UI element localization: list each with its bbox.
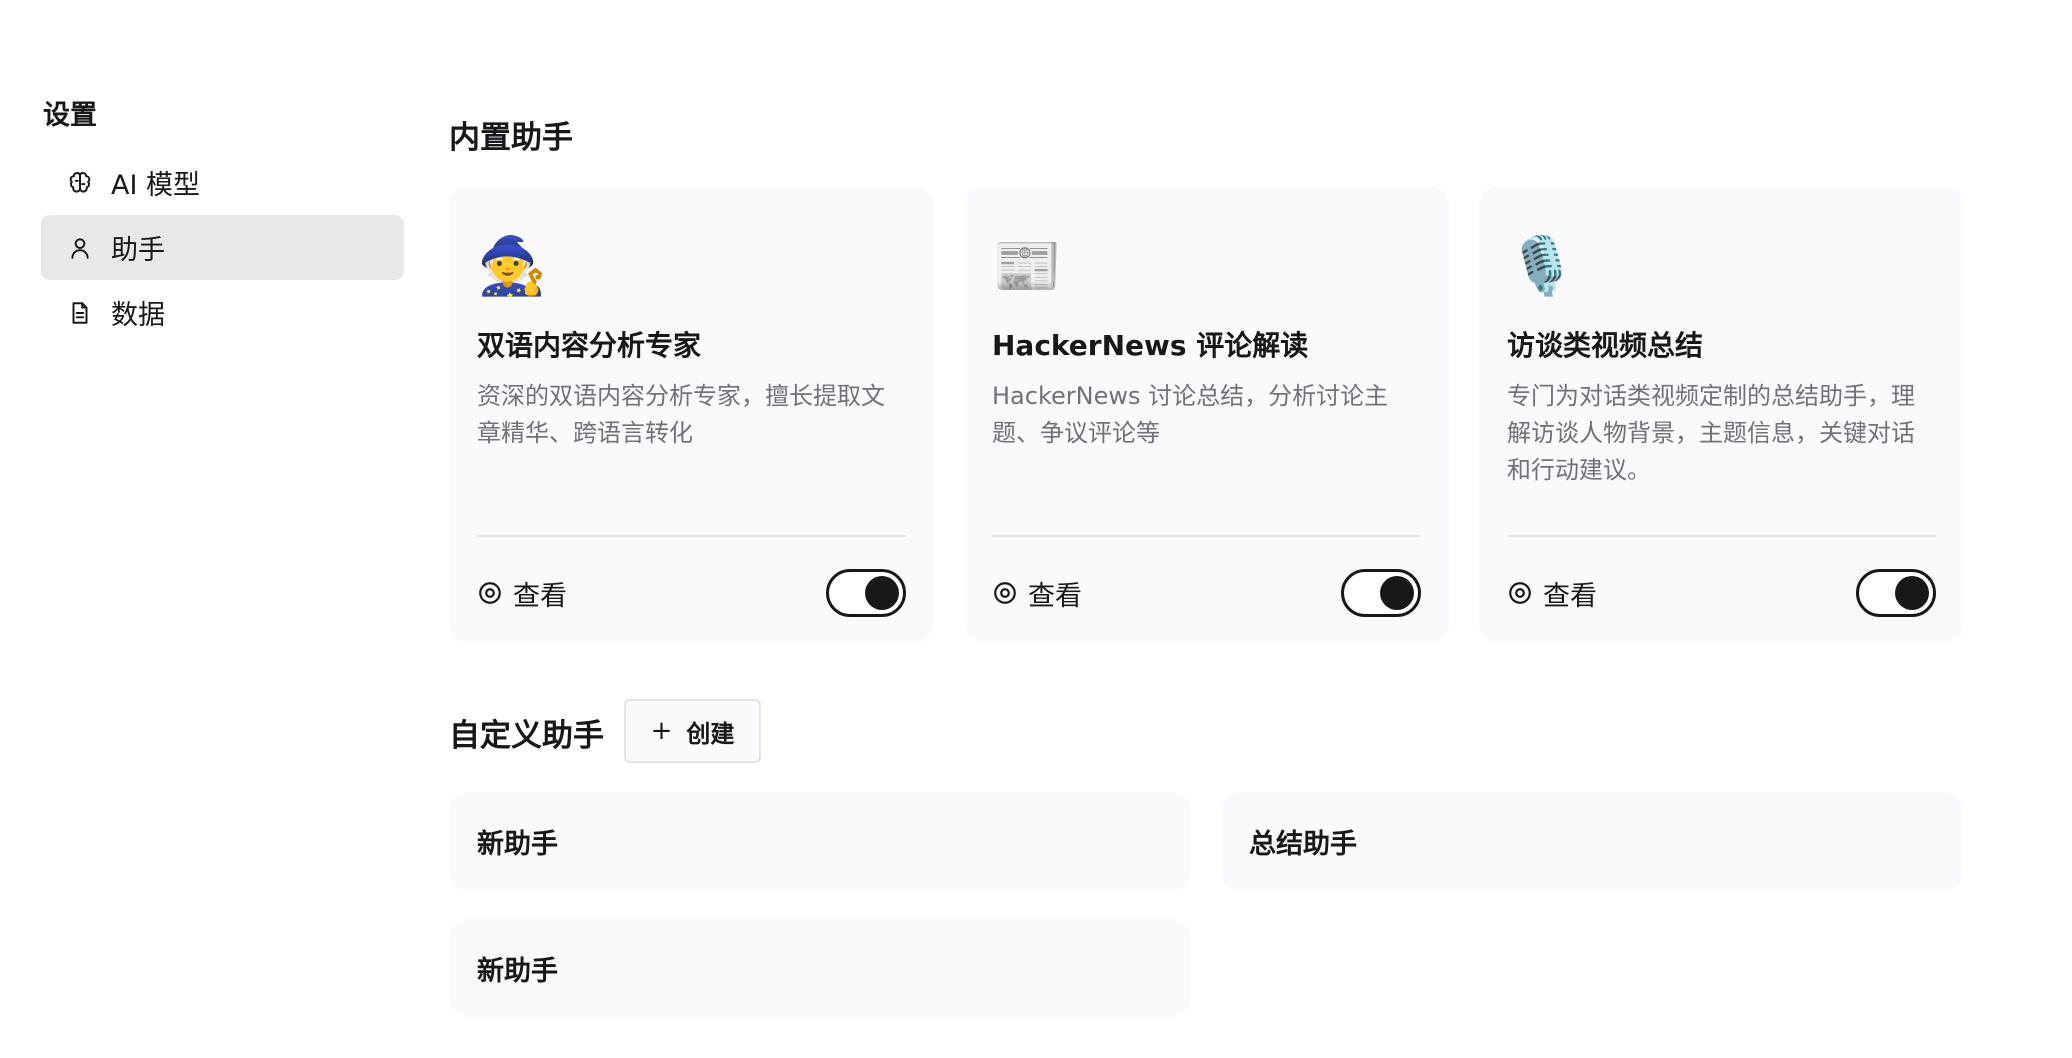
card-title: 总结助手 <box>1249 828 1357 860</box>
card-title: 访谈类视频总结 <box>1507 329 1704 362</box>
settings-page: 设置 AI 模型 助手 数据 内置助手 🧙 双语内容分析专家 资深的双语内容分析… <box>0 0 2072 1058</box>
microphone-icon: 🎙️ <box>1507 234 1577 299</box>
custom-section-title: 自定义助手 <box>449 718 604 754</box>
card-divider <box>477 535 906 537</box>
view-label: 查看 <box>1028 580 1082 612</box>
custom-assistant-card[interactable]: 总结助手 <box>1221 792 1963 890</box>
sidebar-item-assistants[interactable]: 助手 <box>41 215 404 280</box>
view-label: 查看 <box>513 580 567 612</box>
custom-assistant-card[interactable]: 新助手 <box>449 792 1191 890</box>
sidebar-item-ai-models[interactable]: AI 模型 <box>41 150 404 215</box>
card-divider <box>992 535 1421 537</box>
card-description: 资深的双语内容分析专家，擅长提取文章精华、跨语言转化 <box>477 382 885 447</box>
card-title: 新助手 <box>477 828 558 860</box>
sidebar-item-label: AI 模型 <box>111 170 201 201</box>
enable-toggle[interactable] <box>1341 569 1421 617</box>
builtin-assistant-card[interactable]: 📰 HackerNews 评论解读 HackerNews 讨论总结，分析讨论主题… <box>964 187 1449 642</box>
card-title: 新助手 <box>477 955 558 987</box>
card-description: HackerNews 讨论总结，分析讨论主题、争议评论等 <box>992 382 1389 447</box>
card-description: 专门为对话类视频定制的总结助手，理解访谈人物背景，主题信息，关键对话和行动建议。 <box>1507 382 1915 484</box>
toggle-knob <box>1895 576 1929 610</box>
plus-icon: + <box>650 716 673 746</box>
sidebar: 设置 AI 模型 助手 数据 <box>41 96 404 345</box>
brain-icon <box>67 170 93 196</box>
sidebar-title: 设置 <box>43 100 97 131</box>
user-icon <box>67 235 93 261</box>
sidebar-item-label: 助手 <box>111 235 165 266</box>
card-footer: 查看 <box>477 565 906 621</box>
sidebar-item-data[interactable]: 数据 <box>41 280 404 345</box>
toggle-knob <box>865 576 899 610</box>
toggle-knob <box>1380 576 1414 610</box>
builtin-assistant-card[interactable]: 🎙️ 访谈类视频总结 专门为对话类视频定制的总结助手，理解访谈人物背景，主题信息… <box>1479 187 1964 642</box>
view-button[interactable]: 查看 <box>992 574 1082 613</box>
wizard-icon: 🧙 <box>477 234 547 299</box>
view-button[interactable]: 查看 <box>477 574 567 613</box>
eye-icon <box>477 580 503 606</box>
enable-toggle[interactable] <box>826 569 906 617</box>
builtin-assistant-card[interactable]: 🧙 双语内容分析专家 资深的双语内容分析专家，擅长提取文章精华、跨语言转化 查看 <box>449 187 934 642</box>
card-title: HackerNews 评论解读 <box>992 329 1309 362</box>
newspaper-icon: 📰 <box>992 234 1062 299</box>
card-divider <box>1507 535 1936 537</box>
custom-assistant-card[interactable]: 新助手 <box>449 919 1191 1017</box>
card-footer: 查看 <box>1507 565 1936 621</box>
builtin-section-title: 内置助手 <box>449 120 573 156</box>
card-title: 双语内容分析专家 <box>477 329 702 362</box>
eye-icon <box>992 580 1018 606</box>
view-label: 查看 <box>1543 580 1597 612</box>
create-label: 创建 <box>686 719 735 748</box>
document-icon <box>67 300 93 326</box>
create-assistant-button[interactable]: + 创建 <box>624 699 761 763</box>
view-button[interactable]: 查看 <box>1507 574 1597 613</box>
card-footer: 查看 <box>992 565 1421 621</box>
sidebar-item-label: 数据 <box>111 300 165 331</box>
eye-icon <box>1507 580 1533 606</box>
enable-toggle[interactable] <box>1856 569 1936 617</box>
